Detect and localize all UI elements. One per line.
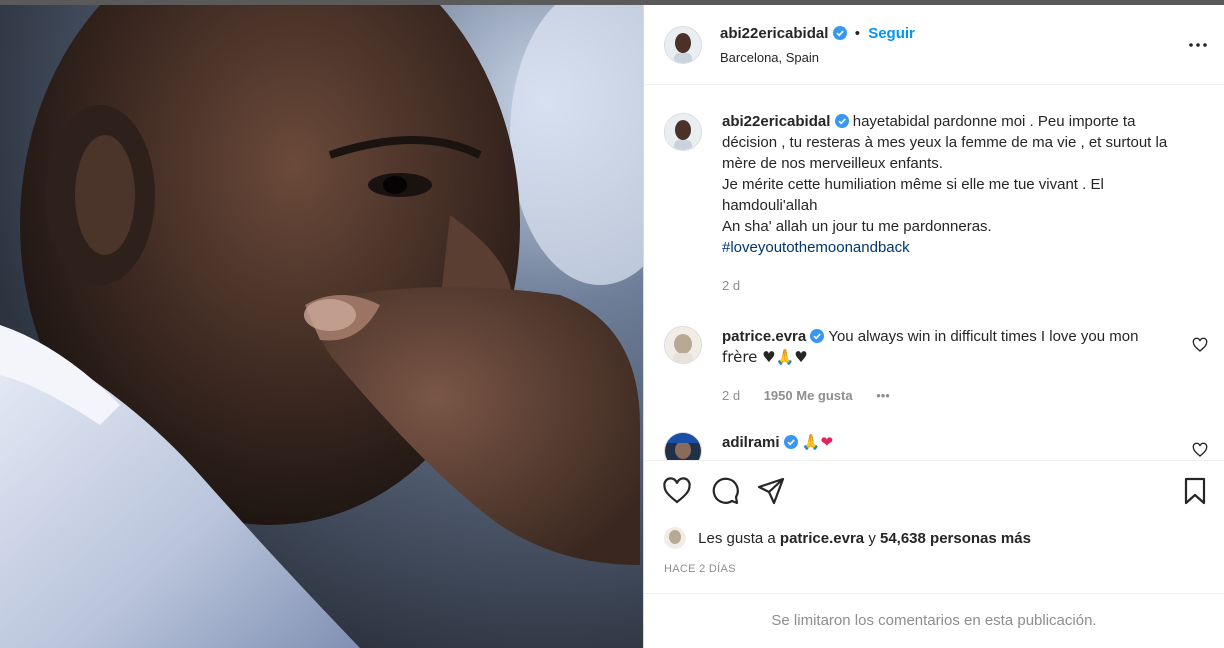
comment-likes[interactable]: 1950 Me gusta (764, 388, 853, 403)
likes-others[interactable]: 54,638 personas más (880, 530, 1031, 547)
caption-line: hamdouli'allah (722, 197, 818, 214)
post-caption: abi22ericabidal hayetabidal pardonne moi… (722, 111, 1192, 258)
more-options-icon[interactable] (1186, 33, 1210, 57)
post-header: abi22ericabidal • Seguir Barcelona, Spai… (644, 5, 1224, 85)
comment-username[interactable]: adilrami (722, 434, 780, 451)
comment-line: frère ♥🙏♥ (722, 348, 808, 366)
separator-dot: • (854, 25, 861, 42)
caption-line: mère de nos merveilleux enfants. (722, 155, 943, 172)
action-bar (644, 461, 1224, 521)
comment-time[interactable]: 2 d (722, 388, 740, 403)
share-icon[interactable] (756, 476, 786, 506)
liker-avatar[interactable] (664, 527, 686, 549)
comment-text: adilrami 🙏❤ (722, 432, 1182, 453)
comment-meta: 2 d 1950 Me gusta ••• (722, 388, 910, 403)
caption-username[interactable]: abi22ericabidal (722, 113, 830, 130)
author-username[interactable]: abi22ericabidal (720, 25, 828, 42)
post-side-panel: abi22ericabidal • Seguir Barcelona, Spai… (643, 5, 1224, 648)
liker-username[interactable]: patrice.evra (780, 530, 864, 547)
comment-avatar[interactable] (664, 432, 702, 460)
likes-summary: Les gusta a patrice.evra y 54,638 person… (664, 527, 1031, 549)
comment-line: You always win in difficult times I love… (828, 328, 1139, 345)
caption-line: An sha' allah un jour tu me pardonneras. (722, 218, 992, 235)
caption-meta: 2 d (722, 278, 760, 293)
caption-line: décision , tu resteras à mes yeux la fem… (722, 134, 1168, 151)
likes-prefix: Les gusta a (698, 530, 776, 547)
post-timestamp[interactable]: HACE 2 DÍAS (664, 563, 736, 575)
comments-section: abi22ericabidal hayetabidal pardonne moi… (644, 86, 1224, 460)
comment-more-icon[interactable]: ••• (876, 388, 890, 403)
post-photo-image (0, 5, 643, 648)
caption-hashtag[interactable]: #loveyoutothemoonandback (722, 237, 1192, 258)
caption-author-avatar[interactable] (664, 113, 702, 151)
likes-middle: y (868, 530, 876, 547)
comment-avatar[interactable] (664, 326, 702, 364)
comments-limited-notice: Se limitaron los comentarios en esta pub… (644, 593, 1224, 648)
caption-line: hayetabidal pardonne moi . Peu importe t… (852, 113, 1136, 130)
comment-heart-icon[interactable] (1192, 337, 1208, 353)
follow-button[interactable]: Seguir (868, 25, 915, 42)
comment-line: 🙏❤ (801, 433, 834, 451)
post-photo[interactable] (0, 5, 643, 648)
comment-text: patrice.evra You always win in difficult… (722, 326, 1182, 368)
verified-badge-icon (834, 114, 849, 128)
heart-icon[interactable] (662, 476, 692, 506)
comment-username[interactable]: patrice.evra (722, 328, 806, 345)
verified-badge-icon (832, 26, 847, 40)
author-avatar[interactable] (664, 26, 702, 64)
comment-heart-icon[interactable] (1192, 442, 1208, 458)
verified-badge-icon (783, 435, 798, 449)
caption-time[interactable]: 2 d (722, 278, 740, 293)
comment-icon[interactable] (710, 476, 740, 506)
verified-badge-icon (810, 329, 825, 343)
post-location[interactable]: Barcelona, Spain (720, 50, 819, 65)
bookmark-icon[interactable] (1180, 476, 1210, 506)
caption-line: Je mérite cette humiliation même si elle… (722, 176, 1104, 193)
